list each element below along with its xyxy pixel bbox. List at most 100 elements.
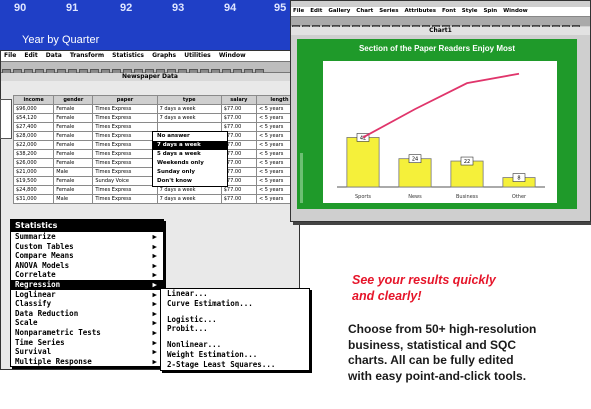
chart-menu-item[interactable]: Edit	[308, 7, 324, 15]
table-cell[interactable]: $77.00	[220, 113, 258, 123]
menu-item-logistic[interactable]: Logistic...	[161, 315, 309, 325]
chart-menu-item[interactable]: Attributes	[402, 7, 438, 15]
menu-edit[interactable]: Edit	[21, 51, 40, 59]
menu-item-classify[interactable]: Classify ▶	[11, 299, 163, 309]
menu-item-2-stage-least-squares[interactable]: 2-Stage Least Squares...	[161, 360, 309, 370]
menu-item-linear[interactable]: Linear...	[161, 289, 309, 299]
menu-transform[interactable]: Transform	[67, 51, 107, 59]
dropdown-option[interactable]: No answer	[153, 132, 227, 141]
table-cell[interactable]: $38,200	[12, 149, 55, 159]
chart-menu-item[interactable]: Chart	[354, 7, 375, 15]
chart-menu-item[interactable]: File	[291, 7, 306, 15]
menu-file[interactable]: File	[1, 51, 19, 59]
table-cell[interactable]: $22,000	[12, 140, 55, 150]
menu-item-multiple-response[interactable]: Multiple Response ▶	[11, 357, 163, 367]
submenu-arrow-icon: ▶	[152, 347, 157, 357]
menu-item-loglinear[interactable]: Loglinear ▶	[11, 290, 163, 300]
table-cell[interactable]: $54,120	[12, 113, 55, 123]
submenu-arrow-icon: ▶	[152, 318, 157, 328]
dropdown-option[interactable]: Sunday only	[153, 168, 227, 177]
table-cell[interactable]: Times Express	[92, 194, 158, 204]
table-cell[interactable]: $19,500	[12, 176, 55, 186]
table-cell[interactable]: Female	[53, 140, 94, 150]
menu-item-time-series[interactable]: Time Series ▶	[11, 338, 163, 348]
table-cell[interactable]: Times Express	[92, 140, 158, 150]
column-header[interactable]: income	[12, 95, 55, 105]
menu-item-survival[interactable]: Survival ▶	[11, 347, 163, 357]
dropdown-option[interactable]: Don't know	[153, 177, 227, 186]
table-cell[interactable]: $24,800	[12, 185, 55, 195]
menu-statistics[interactable]: Statistics	[109, 51, 147, 59]
menu-item-weight-estimation[interactable]: Weight Estimation...	[161, 350, 309, 360]
menu-item-summarize[interactable]: Summarize ▶	[11, 232, 163, 242]
menu-item-regression[interactable]: Regression ▶	[11, 279, 163, 290]
menu-item-custom-tables[interactable]: Custom Tables ▶	[11, 242, 163, 252]
statistics-menu-title[interactable]: Statistics	[11, 220, 163, 232]
chart-menu-item[interactable]: Style	[460, 7, 480, 15]
table-cell[interactable]: $27,400	[12, 122, 55, 132]
chart-menu-item[interactable]: Series	[377, 7, 400, 15]
menu-item-probit[interactable]: Probit...	[161, 324, 309, 334]
statistics-menu: Statistics Summarize ▶ Custom Tables ▶ Compa…	[10, 219, 164, 368]
table-cell[interactable]: Female	[53, 104, 94, 114]
table-cell[interactable]: Times Express	[92, 149, 158, 159]
data-window-title: Newspaper Data	[1, 73, 299, 81]
menu-item-compare-means[interactable]: Compare Means ▶	[11, 251, 163, 261]
table-cell[interactable]: $28,000	[12, 131, 55, 141]
table-cell[interactable]: Times Express	[92, 104, 158, 114]
chart-menu-item[interactable]: Font	[440, 7, 458, 15]
table-cell[interactable]: Male	[53, 194, 94, 204]
dropdown-option-selected[interactable]: 7 days a week	[153, 141, 227, 150]
table-cell[interactable]: 7 days a week	[156, 104, 222, 114]
menu-item-nonlinear[interactable]: Nonlinear...	[161, 340, 309, 350]
table-cell[interactable]: Female	[53, 149, 94, 159]
table-cell[interactable]: $26,000	[12, 158, 55, 168]
table-cell[interactable]: Times Express	[92, 113, 158, 123]
table-cell[interactable]: Sunday Voice	[92, 176, 158, 186]
column-header[interactable]: type	[156, 95, 222, 105]
background-chart-window: 90 91 92 93 94 95 Year by Quarter	[0, 0, 300, 52]
cumulative-line	[362, 72, 520, 139]
table-cell[interactable]: Female	[53, 131, 94, 141]
chart-menu-item[interactable]: Spin	[481, 7, 499, 15]
menu-item-data-reduction[interactable]: Data Reduction ▶	[11, 309, 163, 319]
chart-menu-item[interactable]: Gallery	[326, 7, 352, 15]
table-cell[interactable]: 7 days a week	[156, 113, 222, 123]
menu-window[interactable]: Window	[216, 51, 249, 59]
table-cell[interactable]: Female	[53, 176, 94, 186]
table-cell[interactable]: $96,000	[12, 104, 55, 114]
table-cell[interactable]: 7 days a week	[156, 194, 222, 204]
menu-item-curve-estimation[interactable]: Curve Estimation...	[161, 299, 309, 309]
table-cell[interactable]: $21,000	[12, 167, 55, 177]
x-tick-label: Sports	[355, 194, 371, 200]
table-cell[interactable]: Times Express	[92, 122, 158, 132]
menu-item-scale[interactable]: Scale ▶	[11, 318, 163, 328]
statistics-menu-items: Summarize ▶ Custom Tables ▶ Compare Means ▶ AN…	[11, 232, 163, 366]
dropdown-option[interactable]: Weekends only	[153, 159, 227, 168]
menu-item-anova-models[interactable]: ANOVA Models ▶	[11, 261, 163, 271]
table-cell[interactable]: Male	[53, 167, 94, 177]
dropdown-option[interactable]: 5 days a week	[153, 150, 227, 159]
column-header[interactable]: gender	[53, 95, 94, 105]
table-cell[interactable]: Female	[53, 122, 94, 132]
table-cell[interactable]: Female	[53, 185, 94, 195]
menu-graphs[interactable]: Graphs	[149, 51, 179, 59]
table-cell[interactable]: Times Express	[92, 185, 158, 195]
type-dropdown-list[interactable]: No answer 7 days a week 5 days a week We…	[152, 131, 228, 187]
menu-data[interactable]: Data	[43, 51, 65, 59]
table-cell[interactable]: Female	[53, 113, 94, 123]
column-header[interactable]: paper	[92, 95, 158, 105]
chart-menu-item[interactable]: Window	[501, 7, 530, 15]
menu-item-nonparametric-tests[interactable]: Nonparametric Tests ▶	[11, 328, 163, 338]
column-header[interactable]: salary	[220, 95, 258, 105]
table-cell[interactable]: Times Express	[92, 158, 158, 168]
menu-item-correlate[interactable]: Correlate ▶	[11, 270, 163, 280]
table-cell[interactable]: Times Express	[92, 131, 158, 141]
menu-utilities[interactable]: Utilities	[181, 51, 213, 59]
table-cell[interactable]: Female	[53, 158, 94, 168]
table-cell[interactable]: $31,000	[12, 194, 55, 204]
table-cell[interactable]: Times Express	[92, 167, 158, 177]
table-cell[interactable]: $77.00	[220, 194, 258, 204]
side-tool-palette[interactable]	[0, 99, 12, 139]
table-cell[interactable]: $77.00	[220, 104, 258, 114]
